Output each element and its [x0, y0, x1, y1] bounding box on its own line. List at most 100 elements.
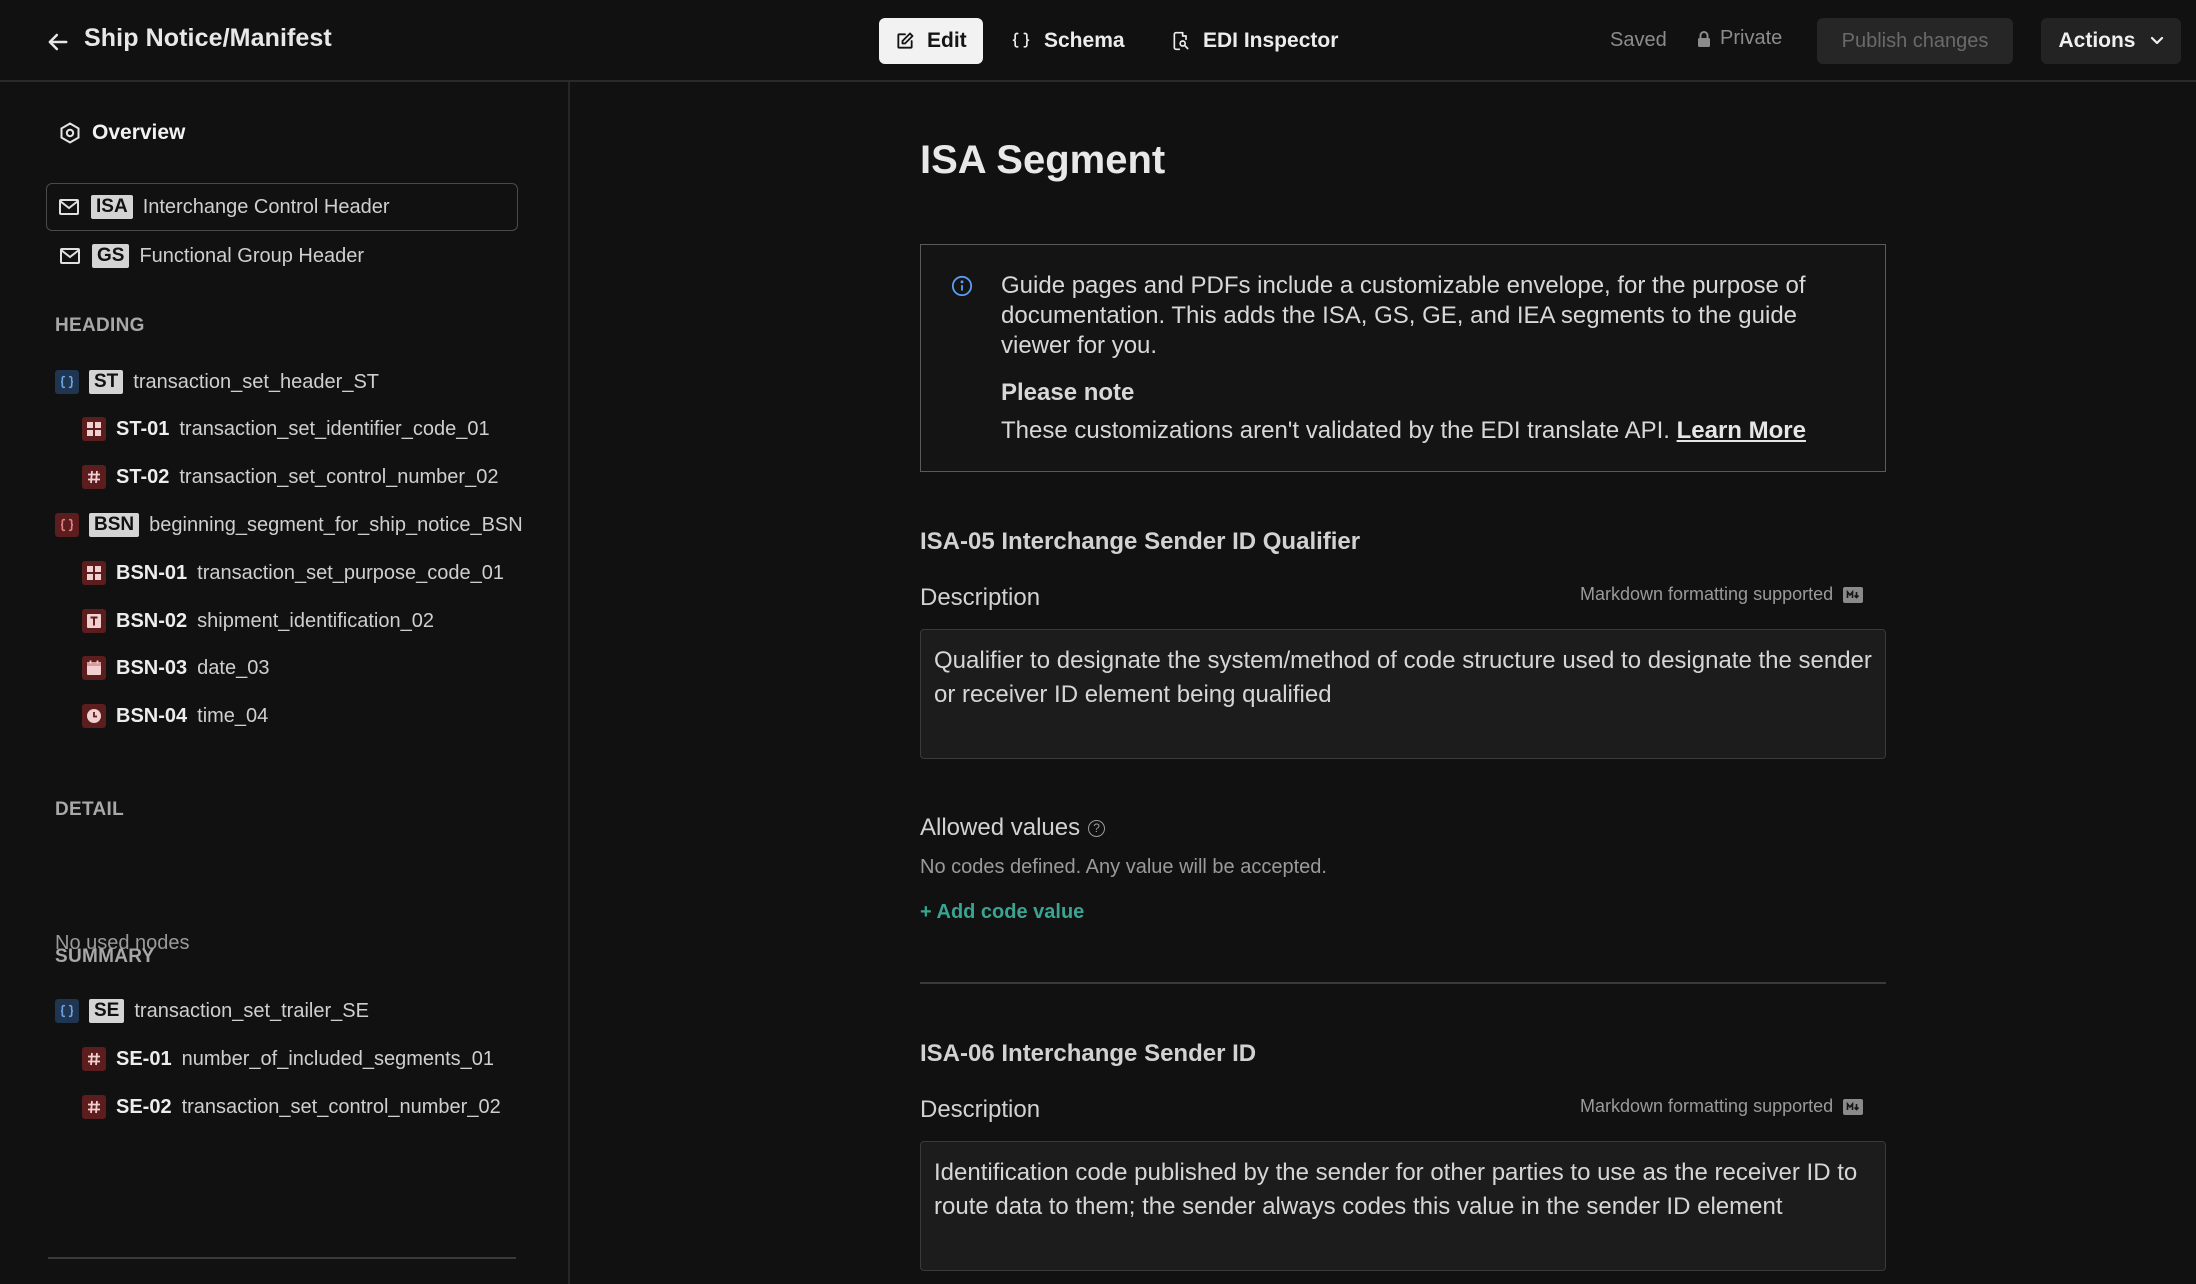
sidebar: Overview ISA Interchange Control Header … [0, 82, 570, 1284]
sidebar-item-label: number_of_included_segments_01 [181, 1047, 495, 1070]
braces-icon [55, 999, 79, 1023]
envelope-icon [58, 244, 82, 268]
info-icon [951, 275, 973, 297]
braces-icon [1010, 31, 1032, 51]
section-title-summary: SUMMARY [55, 946, 155, 967]
element-code: BSN-01 [116, 561, 188, 584]
element-code: BSN-04 [116, 704, 188, 727]
markdown-hint-text: Markdown formatting supported [1580, 1096, 1834, 1116]
publish-changes-button[interactable]: Publish changes [1817, 18, 2013, 64]
tab-schema-label: Schema [1044, 29, 1125, 52]
hash-icon [82, 1095, 106, 1119]
overview-label: Overview [92, 121, 186, 144]
sidebar-item-se-02[interactable]: SE-02 transaction_set_control_number_02 [82, 1083, 518, 1131]
no-codes-text: No codes defined. Any value will be acce… [920, 856, 1327, 878]
segment-title: ISA Segment [920, 138, 1166, 182]
sidebar-item-st[interactable]: ST transaction_set_header_ST [55, 358, 527, 406]
field-divider [920, 982, 1886, 984]
segment-tag: GS [92, 244, 130, 268]
page-title: Ship Notice/Manifest [84, 24, 332, 52]
sidebar-item-bsn-01[interactable]: BSN-01 transaction_set_purpose_code_01 [82, 549, 518, 597]
sidebar-item-bsn[interactable]: BSN beginning_segment_for_ship_notice_BS… [55, 501, 527, 549]
braces-icon [55, 513, 79, 537]
sidebar-divider [48, 1257, 516, 1259]
sidebar-item-label: date_03 [197, 656, 270, 679]
sidebar-item-label: Interchange Control Header [142, 195, 390, 218]
segment-tag: ISA [91, 195, 133, 219]
actions-label: Actions [2058, 29, 2136, 52]
help-icon[interactable]: ? [1088, 819, 1106, 837]
sidebar-item-st-02[interactable]: ST-02 transaction_set_control_number_02 [82, 453, 518, 501]
sidebar-item-label: beginning_segment_for_ship_notice_BSN [149, 513, 523, 536]
segment-tag: SE [89, 999, 125, 1023]
markdown-icon [1843, 1098, 1864, 1115]
sidebar-item-isa[interactable]: ISA Interchange Control Header [46, 183, 518, 231]
tab-schema[interactable]: Schema [994, 18, 1134, 64]
clock-icon [82, 704, 106, 728]
sidebar-item-bsn-03[interactable]: BSN-03 date_03 [82, 644, 518, 692]
edit-icon [895, 31, 915, 51]
segment-tag: BSN [89, 513, 140, 537]
sidebar-item-label: time_04 [197, 704, 269, 727]
section-title-heading: HEADING [55, 315, 145, 336]
grid-icon [82, 417, 106, 441]
envelope-icon [57, 195, 81, 219]
description-textarea[interactable]: Qualifier to designate the system/method… [920, 629, 1886, 759]
lock-icon [1696, 30, 1712, 48]
markdown-hint: Markdown formatting supported [1580, 584, 1864, 605]
sidebar-item-label: transaction_set_trailer_SE [134, 999, 369, 1022]
sidebar-item-label: Functional Group Header [139, 244, 365, 267]
info-note-title: Please note [1001, 379, 1135, 406]
text-icon [82, 609, 106, 633]
overview-icon [58, 121, 82, 145]
sidebar-item-label: transaction_set_purpose_code_01 [197, 561, 505, 584]
field-title: ISA-05 Interchange Sender ID Qualifier [920, 528, 1361, 555]
hash-icon [82, 465, 106, 489]
sidebar-item-overview[interactable]: Overview [58, 109, 358, 157]
sidebar-item-label: transaction_set_identifier_code_01 [179, 417, 490, 440]
back-arrow-icon[interactable] [44, 28, 72, 56]
main-content: ISA Segment Guide pages and PDFs include… [570, 82, 2196, 1284]
description-label: Description [920, 584, 1041, 611]
markdown-hint-text: Markdown formatting supported [1580, 584, 1834, 604]
sidebar-item-se[interactable]: SE transaction_set_trailer_SE [55, 987, 527, 1035]
add-code-value-button[interactable]: + Add code value [920, 901, 1084, 924]
sidebar-item-st-01[interactable]: ST-01 transaction_set_identifier_code_01 [82, 405, 518, 453]
info-callout: Guide pages and PDFs include a customiza… [920, 244, 1886, 472]
calendar-icon [82, 656, 106, 680]
info-note: These customizations aren't validated by… [1001, 417, 1806, 445]
private-label: Private [1720, 27, 1783, 49]
sidebar-item-label: shipment_identification_02 [197, 609, 434, 632]
saved-status: Saved [1610, 29, 1667, 51]
chevron-down-icon [2150, 36, 2164, 46]
description-label: Description [920, 1096, 1041, 1123]
sidebar-item-label: transaction_set_control_number_02 [179, 465, 499, 488]
info-note-text: These customizations aren't validated by… [1001, 417, 1670, 444]
inspect-icon [1171, 30, 1191, 52]
private-status: Private [1696, 27, 1782, 50]
braces-icon [55, 370, 79, 394]
tab-edit[interactable]: Edit [879, 18, 983, 64]
sidebar-item-gs[interactable]: GS Functional Group Header [58, 232, 530, 280]
allowed-values-text: Allowed values [920, 814, 1081, 841]
sidebar-item-se-01[interactable]: SE-01 number_of_included_segments_01 [82, 1035, 518, 1083]
field-title: ISA-06 Interchange Sender ID [920, 1040, 1257, 1067]
element-code: SE-01 [116, 1047, 172, 1070]
description-textarea[interactable]: Identification code published by the sen… [920, 1141, 1886, 1271]
learn-more-link[interactable]: Learn More [1677, 417, 1806, 444]
element-code: BSN-02 [116, 609, 188, 632]
tab-edi-inspector[interactable]: EDI Inspector [1155, 18, 1355, 64]
segment-tag: ST [89, 370, 124, 394]
hash-icon [82, 1047, 106, 1071]
sidebar-item-label: transaction_set_control_number_02 [181, 1095, 501, 1118]
section-title-detail: DETAIL [55, 799, 124, 820]
actions-button[interactable]: Actions [2041, 18, 2181, 64]
sidebar-item-label: transaction_set_header_ST [133, 370, 379, 393]
top-bar: Ship Notice/Manifest Edit Schema EDI Ins… [0, 0, 2196, 82]
grid-icon [82, 561, 106, 585]
sidebar-item-bsn-04[interactable]: BSN-04 time_04 [82, 692, 518, 740]
info-text: Guide pages and PDFs include a customiza… [1001, 272, 1806, 359]
element-code: ST-02 [116, 465, 170, 488]
markdown-hint: Markdown formatting supported [1580, 1096, 1864, 1117]
sidebar-item-bsn-02[interactable]: BSN-02 shipment_identification_02 [82, 597, 518, 645]
